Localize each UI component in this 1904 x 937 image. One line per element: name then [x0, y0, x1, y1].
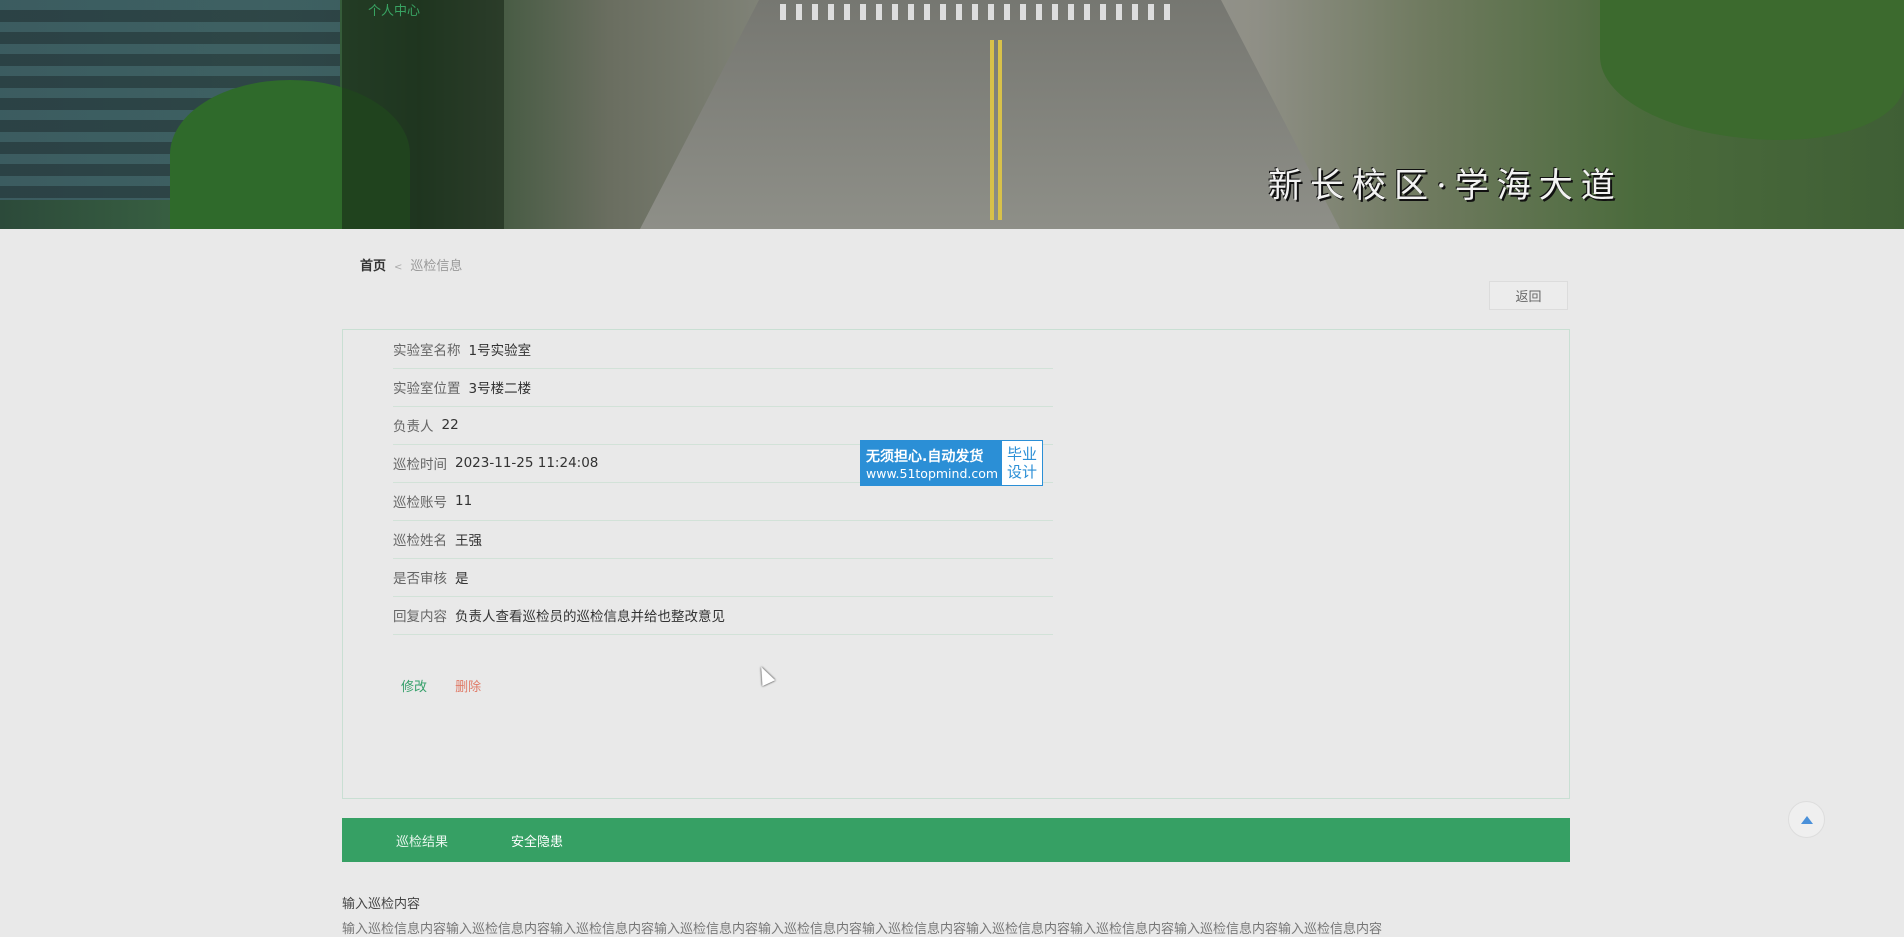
- nav-user-center[interactable]: 个人中心: [368, 0, 420, 19]
- detail-label: 巡检时间: [393, 457, 447, 473]
- detail-value: 负责人查看巡检员的巡检信息并给也整改意见: [455, 609, 725, 625]
- detail-value: 22: [441, 417, 459, 433]
- banner-caption: 新长校区·学海大道: [1268, 166, 1623, 206]
- detail-row-account: 巡检账号 11: [393, 482, 1053, 521]
- watermark-right1: 毕业: [1006, 445, 1037, 463]
- watermark-line2: www.51topmind.com: [866, 465, 999, 481]
- detail-value: 11: [455, 493, 473, 509]
- detail-panel: 实验室名称 1号实验室 实验室位置 3号楼二楼 负责人 22 巡检时间 2023-11-…: [342, 329, 1570, 799]
- detail-label: 负责人: [393, 419, 434, 435]
- watermark-left: 无须担心.自动发货 www.51topmind.com: [861, 441, 1002, 485]
- banner-lane: [990, 40, 994, 220]
- breadcrumb-current: 巡检信息: [410, 259, 463, 274]
- detail-row-lab-name: 实验室名称 1号实验室: [393, 330, 1053, 369]
- detail-value: 是: [455, 571, 469, 587]
- detail-label: 巡检姓名: [393, 533, 447, 549]
- detail-row-reply: 回复内容 负责人查看巡检员的巡检信息并给也整改意见: [393, 596, 1053, 635]
- breadcrumb-home[interactable]: 首页: [360, 259, 386, 274]
- detail-label: 实验室位置: [393, 381, 461, 397]
- delete-button[interactable]: 删除: [455, 680, 481, 695]
- detail-label: 巡检账号: [393, 495, 447, 511]
- watermark-right: 毕业 设计: [1002, 441, 1042, 485]
- watermark-badge: 无须担心.自动发货 www.51topmind.com 毕业 设计: [860, 440, 1043, 486]
- watermark-line1: 无须担心.自动发货: [866, 448, 984, 465]
- content-label: 输入巡检内容: [342, 897, 421, 912]
- breadcrumb-separator: <: [394, 262, 403, 273]
- tab-safety-hazard[interactable]: 安全隐患: [511, 831, 563, 850]
- detail-value: 2023-11-25 11:24:08: [455, 455, 599, 471]
- header-banner: 新长校区·学海大道 个人中心: [0, 0, 1904, 229]
- detail-label: 回复内容: [393, 609, 447, 625]
- watermark-right2: 设计: [1006, 463, 1037, 481]
- detail-value: 1号实验室: [468, 343, 532, 359]
- edit-button[interactable]: 修改: [401, 680, 427, 695]
- banner-lane: [998, 40, 1002, 220]
- breadcrumb: 首页 < 巡检信息: [360, 255, 462, 274]
- tab-inspection-result[interactable]: 巡检结果: [396, 831, 448, 850]
- detail-actions: 修改 删除: [401, 676, 481, 695]
- detail-row-lab-location: 实验室位置 3号楼二楼: [393, 368, 1053, 407]
- arrow-up-icon: [1800, 815, 1813, 824]
- banner-overlay: [342, 0, 504, 229]
- detail-row-reviewed: 是否审核是: [393, 558, 1053, 597]
- back-button[interactable]: 返回: [1489, 281, 1568, 310]
- detail-label: 是否审核: [393, 571, 447, 587]
- detail-value: 3号楼二楼: [468, 381, 532, 397]
- detail-label: 实验室名称: [393, 343, 461, 359]
- banner-crosswalk: [780, 4, 1180, 20]
- scroll-top-button[interactable]: [1788, 801, 1825, 838]
- tab-bar: 巡检结果 安全隐患: [342, 818, 1570, 862]
- banner-trees-right: [1600, 0, 1904, 140]
- detail-value: 王强: [455, 533, 482, 549]
- detail-row-inspector: 巡检姓名 王强: [393, 520, 1053, 559]
